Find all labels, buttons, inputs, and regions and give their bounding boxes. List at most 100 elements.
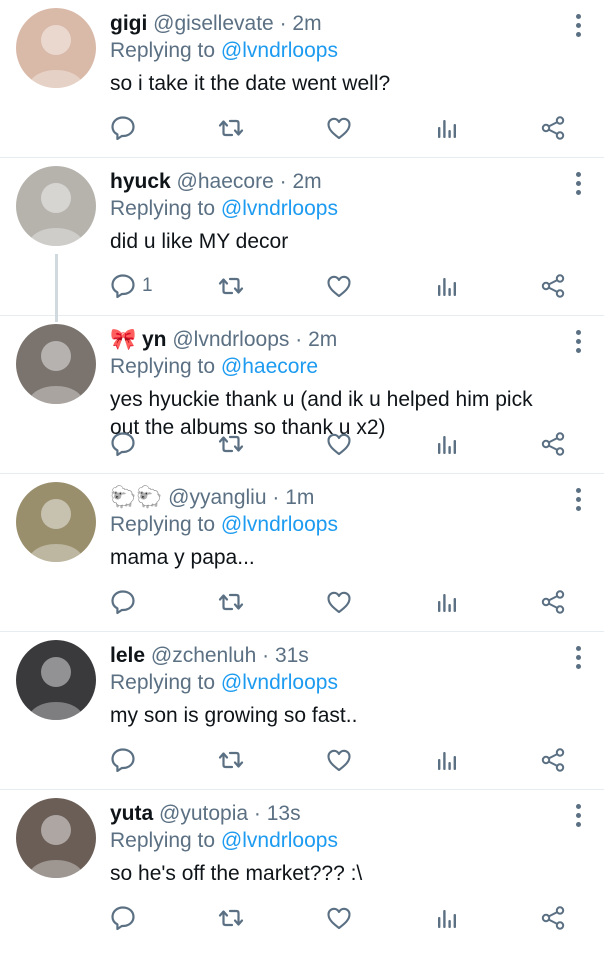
retweet-button[interactable] xyxy=(218,269,244,303)
analytics-icon xyxy=(438,120,456,138)
retweet-icon xyxy=(218,751,244,769)
like-button[interactable] xyxy=(326,111,352,145)
timestamp[interactable]: 2m xyxy=(292,170,321,193)
avatar[interactable] xyxy=(16,166,96,246)
display-name[interactable]: yuta xyxy=(110,802,153,825)
separator-dot: · xyxy=(279,12,293,35)
replying-to: Replying to @lvndrloops xyxy=(110,195,564,222)
separator-dot: · xyxy=(295,328,309,351)
reply-button[interactable] xyxy=(110,427,142,461)
tweet[interactable]: 🐑🐑 @yyangliu · 1m Replying to @lvndrloop… xyxy=(0,474,604,632)
more-options-icon[interactable] xyxy=(574,330,582,356)
reply-mention-link[interactable]: @lvndrloops xyxy=(221,829,338,852)
display-name[interactable]: 🐑🐑 xyxy=(110,486,162,509)
display-name[interactable]: hyuck xyxy=(110,170,171,193)
more-options-icon[interactable] xyxy=(574,488,582,514)
avatar[interactable] xyxy=(16,798,96,878)
reply-mention-link[interactable]: @lvndrloops xyxy=(221,671,338,694)
tweet-header: lele @zchenluh · 31s xyxy=(110,642,564,669)
analytics-button[interactable] xyxy=(434,269,460,303)
tweet[interactable]: hyuck @haecore · 2m Replying to @lvndrlo… xyxy=(0,158,604,322)
replying-to-label: Replying to xyxy=(110,829,216,852)
tweet-text: so he's off the market??? :\ xyxy=(110,862,363,885)
reply-mention-link[interactable]: @lvndrloops xyxy=(221,197,338,220)
reply-button[interactable] xyxy=(110,901,142,935)
tweet-actions xyxy=(110,585,570,619)
tweet-content: lele @zchenluh · 31s Replying to @lvndrl… xyxy=(110,642,564,730)
retweet-button[interactable] xyxy=(218,901,244,935)
like-button[interactable] xyxy=(326,269,352,303)
tweet-text: so i take it the date went well? xyxy=(110,72,391,95)
user-handle[interactable]: @zchenluh xyxy=(151,644,256,667)
avatar[interactable] xyxy=(16,8,96,88)
tweet[interactable]: 🎀 yn @lvndrloops · 2m Replying to @haeco… xyxy=(0,316,604,474)
tweet-text: mama y papa... xyxy=(110,546,255,569)
retweet-icon xyxy=(218,435,244,453)
display-name[interactable]: gigi xyxy=(110,12,147,35)
reply-button[interactable] xyxy=(110,111,142,145)
reply-mention-link[interactable]: @lvndrloops xyxy=(221,39,338,62)
share-button[interactable] xyxy=(540,111,566,145)
heart-icon xyxy=(327,591,351,614)
user-handle[interactable]: @haecore xyxy=(177,170,274,193)
separator-dot: · xyxy=(272,486,286,509)
avatar[interactable] xyxy=(16,640,96,720)
reply-button[interactable] xyxy=(110,743,142,777)
share-button[interactable] xyxy=(540,269,566,303)
analytics-button[interactable] xyxy=(434,427,460,461)
like-button[interactable] xyxy=(326,427,352,461)
more-options-icon[interactable] xyxy=(574,646,582,672)
retweet-button[interactable] xyxy=(218,111,244,145)
analytics-button[interactable] xyxy=(434,111,460,145)
reply-icon xyxy=(111,590,135,615)
like-button[interactable] xyxy=(326,743,352,777)
reply-mention-link[interactable]: @haecore xyxy=(221,355,318,378)
tweet-actions xyxy=(110,743,570,777)
tweet-actions xyxy=(110,111,570,145)
reply-mention-link[interactable]: @lvndrloops xyxy=(221,513,338,536)
tweet[interactable]: lele @zchenluh · 31s Replying to @lvndrl… xyxy=(0,632,604,790)
share-button[interactable] xyxy=(540,585,566,619)
separator-dot: · xyxy=(253,802,267,825)
timestamp[interactable]: 1m xyxy=(285,486,314,509)
share-button[interactable] xyxy=(540,743,566,777)
heart-icon xyxy=(327,749,351,772)
retweet-button[interactable] xyxy=(218,743,244,777)
timestamp[interactable]: 2m xyxy=(292,12,321,35)
reply-button[interactable] xyxy=(110,585,142,619)
more-options-icon[interactable] xyxy=(574,14,582,40)
analytics-button[interactable] xyxy=(434,585,460,619)
timestamp[interactable]: 31s xyxy=(275,644,309,667)
tweet-text: did u like MY decor xyxy=(110,230,289,253)
display-name[interactable]: 🎀 yn xyxy=(110,328,167,351)
analytics-icon xyxy=(438,278,456,296)
reply-button[interactable]: 1 xyxy=(110,269,153,303)
share-button[interactable] xyxy=(540,427,566,461)
tweet-header: hyuck @haecore · 2m xyxy=(110,168,564,195)
retweet-button[interactable] xyxy=(218,585,244,619)
tweet[interactable]: gigi @gisellevate · 2m Replying to @lvnd… xyxy=(0,0,604,158)
user-handle[interactable]: @yutopia xyxy=(159,802,248,825)
analytics-button[interactable] xyxy=(434,743,460,777)
heart-icon xyxy=(327,275,351,298)
analytics-button[interactable] xyxy=(434,901,460,935)
reply-count: 1 xyxy=(142,275,153,296)
like-button[interactable] xyxy=(326,585,352,619)
analytics-icon xyxy=(438,752,456,770)
display-name[interactable]: lele xyxy=(110,644,145,667)
more-options-icon[interactable] xyxy=(574,172,582,198)
avatar[interactable] xyxy=(16,482,96,562)
share-button[interactable] xyxy=(540,901,566,935)
timestamp[interactable]: 13s xyxy=(267,802,301,825)
like-button[interactable] xyxy=(326,901,352,935)
user-handle[interactable]: @lvndrloops xyxy=(172,328,289,351)
timestamp[interactable]: 2m xyxy=(308,328,337,351)
tweet[interactable]: yuta @yutopia · 13s Replying to @lvndrlo… xyxy=(0,790,604,948)
user-handle[interactable]: @yyangliu xyxy=(168,486,266,509)
replying-to-label: Replying to xyxy=(110,39,216,62)
more-options-icon[interactable] xyxy=(574,804,582,830)
retweet-button[interactable] xyxy=(218,427,244,461)
user-handle[interactable]: @gisellevate xyxy=(153,12,274,35)
avatar[interactable] xyxy=(16,324,96,404)
share-icon xyxy=(541,906,565,930)
